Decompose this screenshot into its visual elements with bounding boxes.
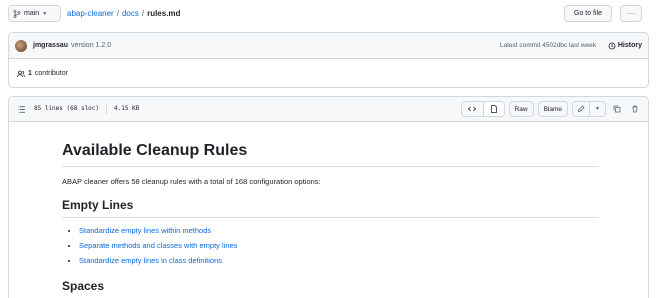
chevron-down-icon: ▼ bbox=[595, 106, 600, 112]
pencil-icon bbox=[578, 105, 585, 112]
list-icon[interactable] bbox=[17, 105, 26, 114]
page-title: Available Cleanup Rules bbox=[62, 142, 599, 167]
preview-view-button[interactable] bbox=[482, 102, 504, 116]
commit-message[interactable]: version 1.2.0 bbox=[71, 42, 111, 49]
section-heading-spaces: Spaces bbox=[62, 279, 599, 298]
rule-link[interactable]: Standardize empty lines in class definit… bbox=[79, 256, 599, 265]
view-toggle bbox=[460, 101, 505, 117]
more-options-button[interactable]: ··· bbox=[620, 5, 642, 22]
contributor-count: 1 bbox=[28, 70, 32, 77]
markdown-body: Available Cleanup Rules ABAP cleaner off… bbox=[62, 142, 599, 298]
contributor-label: contributor bbox=[34, 70, 68, 77]
latest-commit-info[interactable]: Latest commit 4502dbc last week bbox=[500, 42, 596, 49]
section-heading-empty-lines: Empty Lines bbox=[62, 198, 599, 218]
branch-name: main bbox=[24, 10, 40, 17]
file-viewer: 85 lines (68 sloc) 4.15 KB Raw Blame ▼ A… bbox=[8, 96, 649, 298]
edit-dropdown-button[interactable]: ▼ bbox=[589, 102, 605, 116]
rule-link[interactable]: Separate methods and classes with empty … bbox=[79, 241, 599, 250]
line-count: 85 lines (68 sloc) bbox=[34, 104, 100, 112]
rule-link[interactable]: Standardize empty lines within methods bbox=[79, 226, 599, 235]
avatar[interactable] bbox=[15, 39, 27, 52]
file-navigation-bar: main ▼ abap-cleaner / docs / rules.md Go… bbox=[0, 0, 657, 28]
trash-icon bbox=[632, 105, 638, 113]
breadcrumb-separator: / bbox=[141, 9, 145, 18]
code-view-button[interactable] bbox=[461, 102, 483, 116]
history-link[interactable]: History bbox=[608, 42, 642, 50]
commit-author[interactable]: jmgrassau bbox=[33, 42, 68, 49]
breadcrumb: abap-cleaner / docs / rules.md bbox=[67, 9, 180, 18]
stats-divider bbox=[106, 104, 108, 114]
breadcrumb-separator: / bbox=[116, 9, 119, 18]
branch-selector-button[interactable]: main ▼ bbox=[8, 5, 61, 22]
file-header: 85 lines (68 sloc) 4.15 KB Raw Blame ▼ bbox=[9, 97, 648, 122]
code-icon bbox=[468, 106, 477, 112]
contributors-row[interactable]: 1 contributor bbox=[9, 59, 648, 88]
file-actions: Raw Blame ▼ bbox=[460, 101, 642, 117]
rule-list: Standardize empty lines within methods S… bbox=[62, 226, 599, 265]
intro-paragraph: ABAP cleaner offers 58 cleanup rules wit… bbox=[62, 177, 321, 186]
edit-button[interactable] bbox=[573, 102, 589, 116]
file-icon bbox=[490, 105, 497, 113]
breadcrumb-current-file: rules.md bbox=[147, 9, 181, 18]
file-stats: 85 lines (68 sloc) 4.15 KB bbox=[34, 104, 140, 114]
breadcrumb-repo-link[interactable]: abap-cleaner bbox=[67, 9, 114, 18]
file-size: 4.15 KB bbox=[114, 104, 140, 112]
blame-button[interactable]: Blame bbox=[537, 101, 568, 117]
history-clock-icon bbox=[608, 42, 616, 49]
delete-button[interactable] bbox=[628, 101, 642, 117]
breadcrumb-folder-link[interactable]: docs bbox=[122, 9, 139, 18]
people-icon bbox=[17, 70, 25, 77]
copy-button[interactable] bbox=[610, 101, 624, 117]
latest-commit-row: jmgrassau version 1.2.0 Latest commit 45… bbox=[9, 33, 648, 59]
raw-button[interactable]: Raw bbox=[508, 101, 534, 117]
go-to-file-button[interactable]: Go to file bbox=[564, 5, 612, 22]
git-branch-icon bbox=[13, 9, 21, 18]
edit-button-group: ▼ bbox=[572, 101, 606, 117]
copy-icon bbox=[613, 105, 621, 113]
chevron-down-icon: ▼ bbox=[42, 10, 48, 17]
commit-info-box: jmgrassau version 1.2.0 Latest commit 45… bbox=[8, 32, 649, 88]
history-label: History bbox=[617, 42, 642, 49]
